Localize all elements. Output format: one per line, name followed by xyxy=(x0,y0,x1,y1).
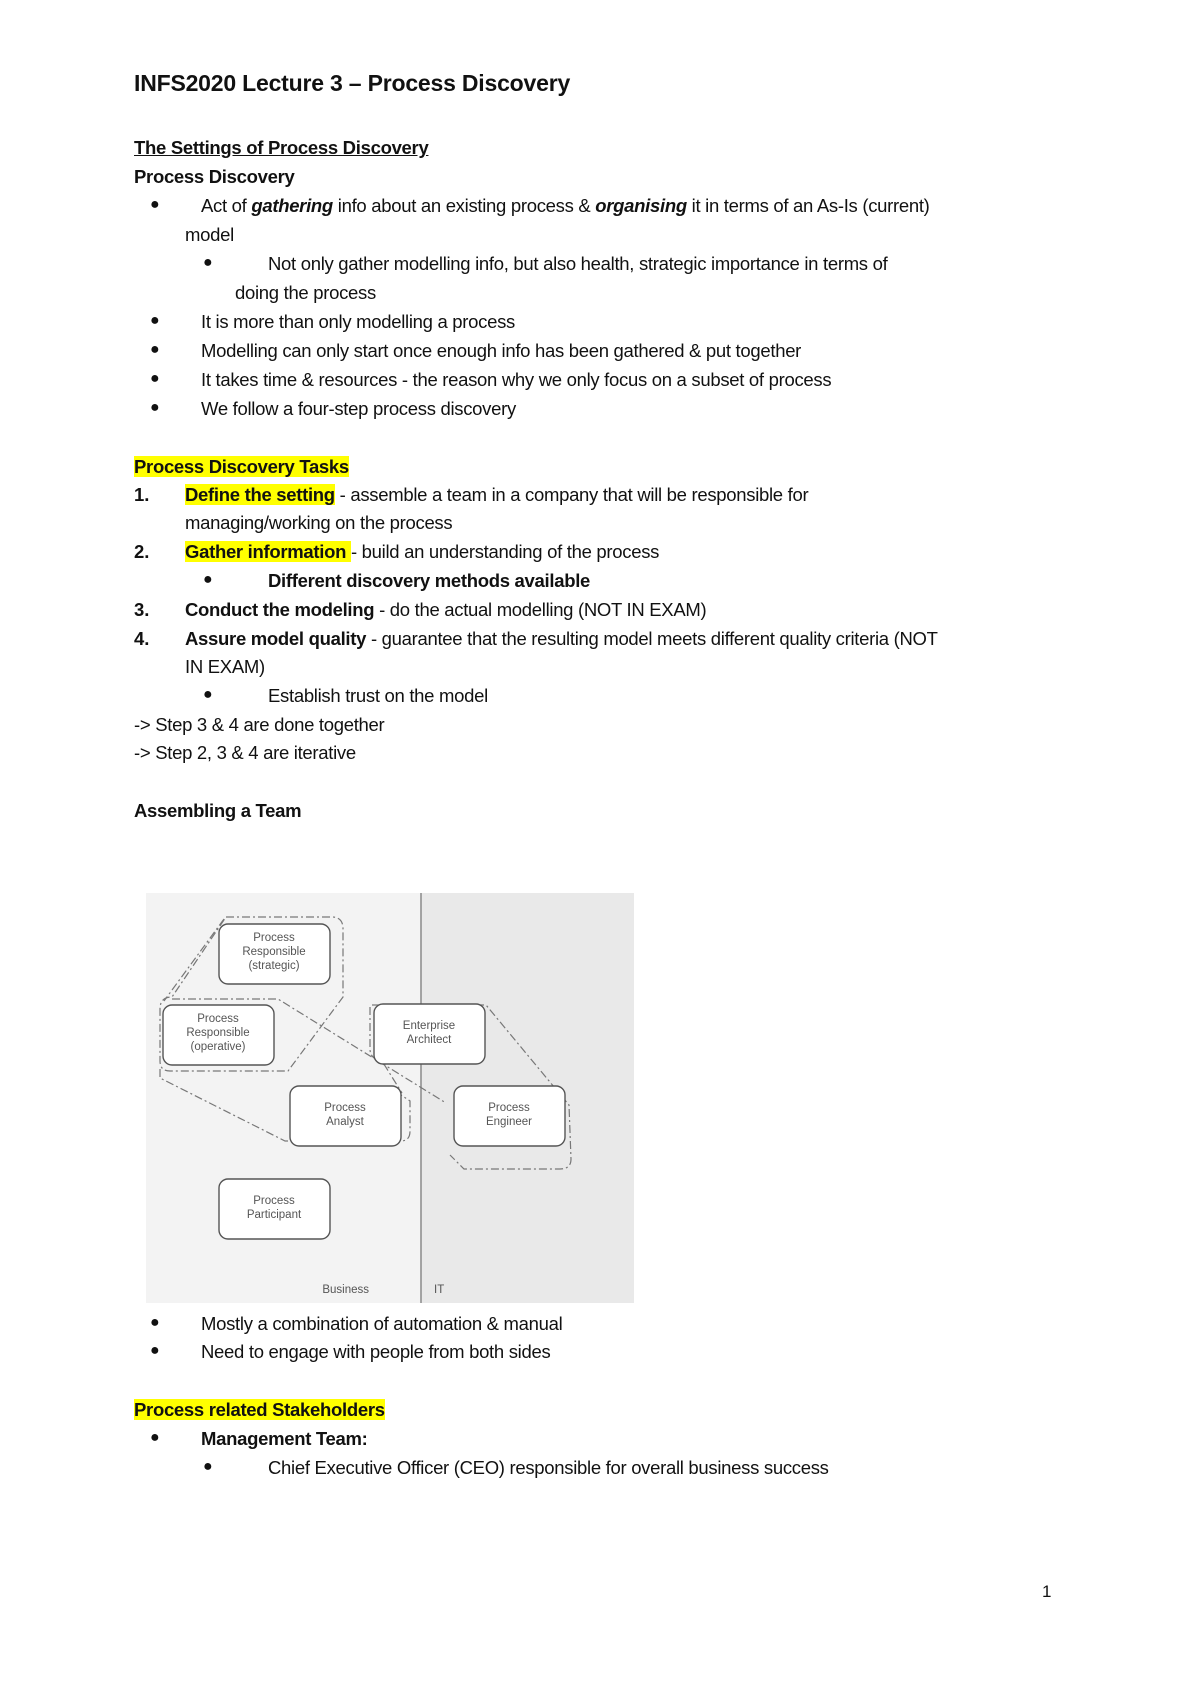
role-label-line: Process xyxy=(197,1013,239,1025)
role-label-line: Architect xyxy=(407,1034,453,1046)
task-item-continued: managing/working on the process xyxy=(185,512,453,533)
bullet-icon: ● xyxy=(150,341,160,358)
bullet-text: It takes time & resources - the reason w… xyxy=(201,369,832,390)
business-label: Business xyxy=(322,1284,369,1296)
section-heading-team: Assembling a Team xyxy=(134,800,302,821)
section-heading-stakeholders: Process related Stakeholders xyxy=(134,1399,385,1421)
bullet-text: Act of gathering info about an existing … xyxy=(201,195,930,217)
sub-bullet-icon: ● xyxy=(203,1458,213,1475)
task-label: Conduct the modeling xyxy=(185,599,375,620)
bullet-icon: ● xyxy=(150,1314,160,1331)
team-roles-diagram: Process Responsible (strategic) Process … xyxy=(146,893,634,1303)
emphasis-gathering: gathering xyxy=(251,195,333,216)
text-run: info about an existing process & xyxy=(332,195,596,216)
role-label-line: Enterprise xyxy=(403,1020,455,1032)
page-number: 1 xyxy=(1042,1582,1052,1601)
note-line: -> Step 2, 3 & 4 are iterative xyxy=(134,742,356,763)
bullet-icon: ● xyxy=(150,1429,160,1446)
role-label-line: Responsible xyxy=(186,1027,249,1039)
sub-bullet-text: Establish trust on the model xyxy=(268,685,488,706)
note-line: -> Step 3 & 4 are done together xyxy=(134,714,385,735)
section-heading-tasks: Process Discovery Tasks xyxy=(134,456,349,478)
emphasis-organising: organising xyxy=(595,195,687,216)
list-number: 3. xyxy=(134,599,150,620)
bullet-icon: ● xyxy=(150,312,160,329)
document-page: INFS2020 Lecture 3 – Process Discovery T… xyxy=(0,0,1200,1698)
role-label-line: Analyst xyxy=(326,1116,365,1128)
sub-bullet-text: Different discovery methods available xyxy=(268,570,591,591)
role-label-line: Process xyxy=(253,1195,295,1207)
list-number: 1. xyxy=(134,484,150,505)
role-label-line: Process xyxy=(324,1102,366,1114)
task-item: Gather information - build an understand… xyxy=(185,541,659,563)
task-label: Gather information xyxy=(185,541,351,562)
bullet-icon: ● xyxy=(150,370,160,387)
bullet-icon: ● xyxy=(150,399,160,416)
role-label-line: (strategic) xyxy=(248,960,299,972)
bullet-text: It is more than only modelling a process xyxy=(201,311,515,332)
role-label-line: Participant xyxy=(247,1209,302,1221)
text-run: Act of xyxy=(201,195,252,216)
sub-bullet-icon: ● xyxy=(203,686,213,703)
section-heading-settings: The Settings of Process Discovery xyxy=(134,137,429,158)
list-number: 4. xyxy=(134,628,150,649)
list-number: 2. xyxy=(134,541,150,562)
highlighted-heading: Process Discovery Tasks xyxy=(134,456,349,477)
task-item-continued: IN EXAM) xyxy=(185,656,265,677)
task-desc: - assemble a team in a company that will… xyxy=(334,484,809,505)
subheading-process-discovery: Process Discovery xyxy=(134,166,295,187)
task-desc: - do the actual modelling (NOT IN EXAM) xyxy=(374,599,707,620)
task-item: Conduct the modeling - do the actual mod… xyxy=(185,599,707,621)
sub-bullet-text: Chief Executive Officer (CEO) responsibl… xyxy=(268,1457,829,1478)
task-label: Assure model quality xyxy=(185,628,367,649)
sub-bullet-text: Not only gather modelling info, but also… xyxy=(268,253,888,274)
bullet-text: We follow a four-step process discovery xyxy=(201,398,516,419)
task-label: Define the setting xyxy=(185,484,335,505)
task-desc: - build an understanding of the process xyxy=(350,541,660,562)
bullet-text: Mostly a combination of automation & man… xyxy=(201,1313,563,1334)
text-run: it in terms of an As-Is (current) xyxy=(686,195,930,216)
task-desc: - guarantee that the resulting model mee… xyxy=(366,628,938,649)
sub-bullet-icon: ● xyxy=(203,571,213,588)
role-label-line: Process xyxy=(488,1102,530,1114)
bullet-text: Need to engage with people from both sid… xyxy=(201,1341,551,1362)
highlighted-heading: Process related Stakeholders xyxy=(134,1399,385,1420)
bullet-icon: ● xyxy=(150,1342,160,1359)
sub-bullet-text-continued: doing the process xyxy=(235,282,376,303)
task-item: Define the setting - assemble a team in … xyxy=(185,484,809,506)
task-item: Assure model quality - guarantee that th… xyxy=(185,628,938,650)
bullet-text: Management Team: xyxy=(201,1428,368,1449)
bullet-text: Modelling can only start once enough inf… xyxy=(201,340,802,361)
role-label-line: (operative) xyxy=(191,1041,246,1053)
sub-bullet-icon: ● xyxy=(203,254,213,271)
role-label-line: Engineer xyxy=(486,1116,532,1128)
role-label-line: Process xyxy=(253,932,295,944)
bullet-icon: ● xyxy=(150,196,160,213)
it-label: IT xyxy=(434,1284,444,1296)
document-title: INFS2020 Lecture 3 – Process Discovery xyxy=(134,70,571,96)
role-label-line: Responsible xyxy=(242,946,305,958)
bullet-text-continued: model xyxy=(185,224,234,245)
